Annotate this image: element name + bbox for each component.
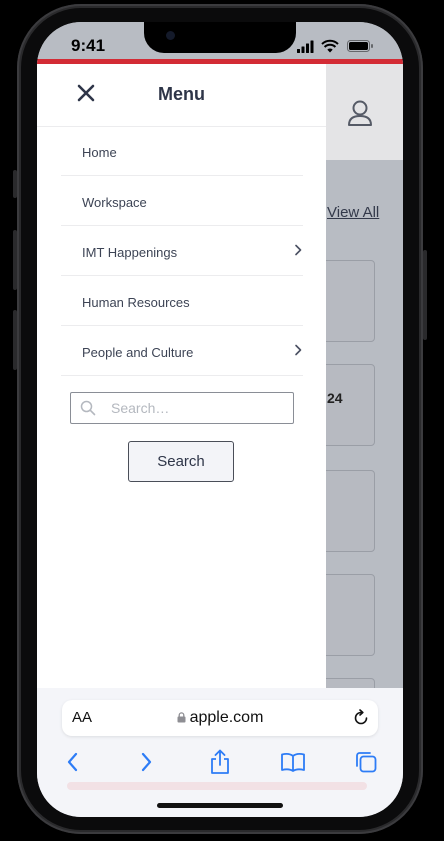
share-icon [211,749,229,774]
reload-icon[interactable] [352,709,370,727]
nav-item-workspace[interactable]: Workspace [61,176,303,226]
menu-title: Menu [158,84,205,104]
camera-icon [166,31,175,40]
nav-item-label: IMT Happenings [82,245,178,260]
home-indicator[interactable] [157,803,283,808]
screen: View All 24 9:41 Menu Home Workspace IMT… [37,22,403,817]
status-time: 9:41 [71,36,106,55]
tab-strip-tint [67,782,367,790]
background-card-text: 24 [327,390,343,406]
url-display[interactable]: apple.com [62,709,378,727]
nav-item-label: Workspace [82,195,147,210]
address-bar[interactable]: AA apple.com [62,700,378,736]
signal-icon [297,40,314,53]
search-icon [80,400,96,416]
lock-icon [177,712,186,723]
forward-icon [141,752,152,772]
nav-item-human-resources[interactable]: Human Resources [61,276,303,326]
silent-switch [13,170,17,198]
bookmarks-button[interactable] [279,748,307,776]
forward-button[interactable] [132,748,160,776]
nav-item-home[interactable]: Home [61,126,303,176]
nav-item-people-and-culture[interactable]: People and Culture [61,326,303,376]
volume-down-button [13,310,17,370]
status-bar: 9:41 [37,22,403,62]
nav-item-label: Human Resources [82,295,190,310]
nav-item-label: People and Culture [82,345,194,360]
safari-toolbar [37,748,403,778]
url-text: apple.com [189,709,264,726]
bookmarks-icon [281,752,305,772]
nav-item-label: Home [82,145,117,160]
search-button[interactable]: Search [128,441,234,482]
back-icon [67,752,78,772]
user-icon[interactable] [345,98,375,128]
tabs-icon [356,752,377,773]
drawer-header: Menu [37,64,326,127]
back-button[interactable] [59,748,87,776]
volume-up-button [13,230,17,290]
wifi-icon [321,39,339,53]
chevron-right-icon[interactable] [293,344,303,356]
tabs-button[interactable] [352,748,380,776]
search-input[interactable] [111,398,281,418]
power-button [423,250,427,340]
nav-list: Home Workspace IMT Happenings Human Reso… [61,126,303,376]
view-all-link[interactable]: View All [327,204,379,221]
search-field[interactable] [70,392,294,424]
notch [144,22,296,53]
side-menu-drawer: Menu Home Workspace IMT Happenings Human… [37,64,326,688]
nav-item-imt-happenings[interactable]: IMT Happenings [61,226,303,276]
share-button[interactable] [206,748,234,776]
battery-icon [347,40,373,52]
chevron-right-icon[interactable] [293,244,303,256]
status-icons [297,39,373,53]
safari-bottom-bar: AA apple.com [37,688,403,817]
